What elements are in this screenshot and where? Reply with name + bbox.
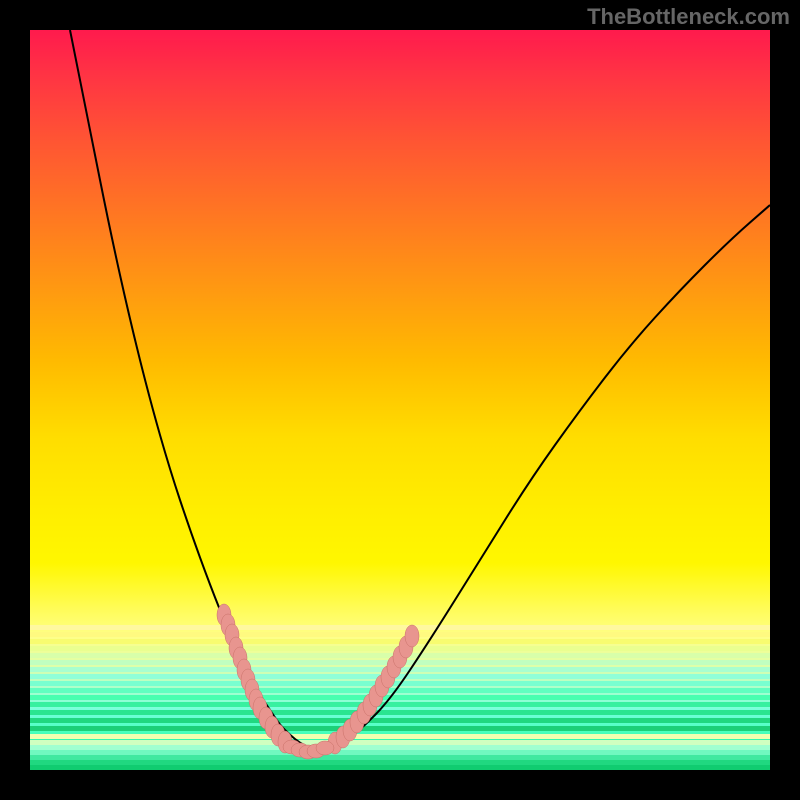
watermark: TheBottleneck.com — [587, 4, 790, 30]
chart-background — [30, 30, 770, 770]
